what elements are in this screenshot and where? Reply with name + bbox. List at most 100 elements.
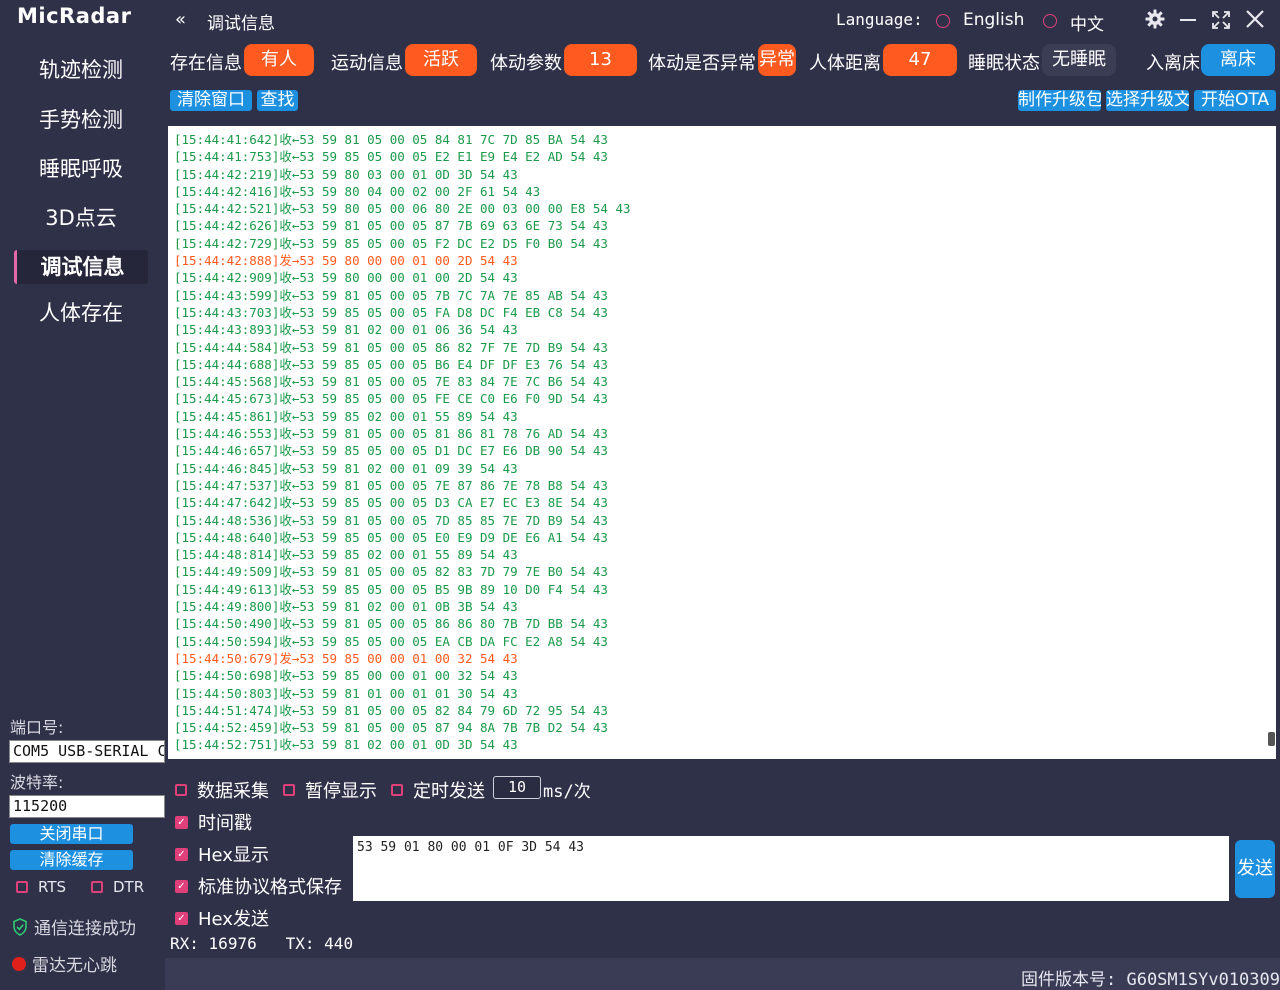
- log-hex: 53 59 85 05 00 05 EA CB DA FC E2 A8 54 4…: [299, 633, 608, 649]
- log-timestamp: [15:44:49:613]: [174, 581, 280, 597]
- log-timestamp: [15:44:45:568]: [174, 374, 280, 390]
- english-label[interactable]: English: [963, 10, 1024, 30]
- timed-send-checkbox[interactable]: 定时发送: [391, 777, 485, 803]
- log-hex: 53 59 85 02 00 01 55 89 54 43: [299, 547, 518, 563]
- log-direction: 收←: [279, 183, 300, 199]
- std-protocol-save-checkbox[interactable]: ✓ 标准协议格式保存: [175, 873, 342, 899]
- checked-icon: ✓: [175, 879, 188, 893]
- log-line: [15:44:42:888]发→53 59 80 00 00 01 00 2D …: [168, 252, 1276, 269]
- nav-sleep[interactable]: 睡眠呼吸: [14, 152, 148, 186]
- hex-send-label: Hex发送: [198, 909, 269, 930]
- log-direction: 收←: [279, 287, 300, 303]
- serial-log[interactable]: [15:44:41:642]收←53 59 81 05 00 05 84 81 …: [168, 126, 1276, 759]
- log-hex: 53 59 81 05 00 05 7B 7C 7A 7E 85 AB 54 4…: [299, 287, 608, 303]
- dtr-checkbox[interactable]: DTR: [91, 878, 144, 896]
- log-timestamp: [15:44:47:642]: [174, 495, 280, 511]
- interval-unit: ms/次: [543, 782, 591, 802]
- send-input[interactable]: 53 59 01 80 00 01 0F 3D 54 43: [353, 836, 1229, 901]
- log-direction: 收←: [279, 720, 300, 736]
- checkbox-icon: [16, 881, 28, 893]
- baud-select[interactable]: 115200: [9, 795, 165, 818]
- log-timestamp: [15:44:43:599]: [174, 287, 280, 303]
- distance-value: 47: [883, 44, 957, 76]
- presence-label: 存在信息: [170, 53, 242, 74]
- log-timestamp: [15:44:48:814]: [174, 547, 280, 563]
- log-direction: 收←: [279, 668, 300, 684]
- make-upgrade-button[interactable]: 制作升级包: [1018, 90, 1101, 111]
- log-hex: 53 59 80 00 00 01 00 2D 54 43: [299, 270, 518, 286]
- log-hex: 53 59 81 05 00 05 86 86 80 7B 7D BB 54 4…: [299, 616, 608, 632]
- clear-window-button[interactable]: 清除窗口: [170, 90, 252, 111]
- start-ota-button[interactable]: 开始OTA: [1194, 90, 1276, 111]
- log-hex: 53 59 81 05 00 05 7D 85 85 7E 7D B9 54 4…: [299, 512, 608, 528]
- log-direction: 收←: [279, 599, 300, 615]
- log-direction: 收←: [279, 304, 300, 320]
- log-direction: 收←: [279, 339, 300, 355]
- log-line: [15:44:52:751]收←53 59 81 02 00 01 0D 3D …: [168, 736, 1276, 753]
- close-icon[interactable]: [1245, 9, 1265, 34]
- tx-label: TX:: [285, 934, 315, 953]
- log-direction: 收←: [279, 374, 300, 390]
- nav-point-cloud[interactable]: 3D点云: [14, 201, 148, 235]
- pause-display-checkbox[interactable]: 暂停显示: [283, 777, 377, 803]
- checked-icon: ✓: [175, 847, 188, 861]
- log-line: [15:44:41:753]收←53 59 85 05 00 05 E2 E1 …: [168, 148, 1276, 165]
- log-line: [15:44:48:814]收←53 59 85 02 00 01 55 89 …: [168, 546, 1276, 563]
- gear-icon[interactable]: [1145, 9, 1165, 34]
- hex-send-checkbox[interactable]: ✓ Hex发送: [175, 905, 269, 931]
- log-timestamp: [15:44:52:751]: [174, 737, 280, 753]
- chinese-radio[interactable]: [1043, 14, 1057, 28]
- chinese-label[interactable]: 中文: [1070, 10, 1104, 35]
- log-direction: 收←: [279, 443, 300, 459]
- log-line: [15:44:42:416]收←53 59 80 04 00 02 00 2F …: [168, 183, 1276, 200]
- rx-value: 16976: [208, 934, 257, 953]
- log-timestamp: [15:44:43:703]: [174, 304, 280, 320]
- log-hex: 53 59 85 05 00 05 FE CE C0 E6 F0 9D 54 4…: [299, 391, 608, 407]
- collapse-sidebar-icon[interactable]: «: [175, 9, 186, 30]
- log-direction: 收←: [279, 408, 300, 424]
- nav-debug-info[interactable]: 调试信息: [14, 250, 148, 284]
- data-collect-checkbox[interactable]: 数据采集: [175, 777, 269, 803]
- radar-status-bar: 存在信息 有人 运动信息 活跃 体动参数 13 体动是否异常 异常 人体距离 4…: [165, 41, 1280, 79]
- log-timestamp: [15:44:42:416]: [174, 183, 280, 199]
- log-line: [15:44:46:657]收←53 59 85 05 00 05 D1 DC …: [168, 442, 1276, 459]
- log-direction: 收←: [279, 391, 300, 407]
- send-interval-input[interactable]: 10: [493, 776, 541, 799]
- log-timestamp: [15:44:49:800]: [174, 599, 280, 615]
- send-button[interactable]: 发送: [1235, 840, 1275, 898]
- maximize-icon[interactable]: [1212, 10, 1230, 34]
- log-hex: 53 59 85 02 00 01 55 89 54 43: [299, 408, 518, 424]
- log-line: [15:44:50:698]收←53 59 85 00 00 01 00 32 …: [168, 667, 1276, 684]
- rts-checkbox[interactable]: RTS: [16, 878, 66, 896]
- minimize-icon[interactable]: [1179, 9, 1197, 34]
- log-timestamp: [15:44:42:219]: [174, 166, 280, 182]
- port-select[interactable]: COM5 USB-SERIAL CH3: [9, 740, 165, 763]
- connection-status-text: 通信连接成功: [34, 919, 136, 939]
- log-line: [15:44:42:909]收←53 59 80 00 00 01 00 2D …: [168, 269, 1276, 286]
- log-direction: 收←: [279, 616, 300, 632]
- nav-trajectory[interactable]: 轨迹检测: [14, 53, 148, 87]
- select-upgrade-file-button[interactable]: 选择升级文件: [1106, 90, 1189, 111]
- english-radio[interactable]: [936, 14, 950, 28]
- log-line: [15:44:49:509]收←53 59 81 05 00 05 82 83 …: [168, 563, 1276, 580]
- log-timestamp: [15:44:50:803]: [174, 685, 280, 701]
- checkbox-icon: [91, 881, 103, 893]
- hex-display-checkbox[interactable]: ✓ Hex显示: [175, 841, 269, 867]
- nav-gesture[interactable]: 手势检测: [14, 103, 148, 137]
- log-direction: 收←: [279, 477, 300, 493]
- window-title: 调试信息: [207, 14, 275, 34]
- close-port-button[interactable]: 关闭串口: [10, 824, 133, 844]
- log-line: [15:44:49:800]收←53 59 81 02 00 01 0B 3B …: [168, 598, 1276, 615]
- log-hex: 53 59 81 02 00 01 0D 3D 54 43: [299, 737, 518, 753]
- radar-status-text: 雷达无心跳: [32, 956, 117, 976]
- motion-value: 活跃: [405, 44, 477, 76]
- clear-cache-button[interactable]: 清除缓存: [10, 850, 133, 870]
- checkbox-icon: [175, 784, 187, 796]
- log-direction: 收←: [279, 512, 300, 528]
- find-button[interactable]: 查找: [257, 90, 298, 111]
- nav-human-presence[interactable]: 人体存在: [14, 296, 148, 330]
- log-timestamp: [15:44:45:673]: [174, 391, 280, 407]
- scrollbar-thumb[interactable]: [1268, 732, 1275, 746]
- log-timestamp: [15:44:46:657]: [174, 443, 280, 459]
- timestamp-checkbox[interactable]: ✓ 时间戳: [175, 809, 252, 835]
